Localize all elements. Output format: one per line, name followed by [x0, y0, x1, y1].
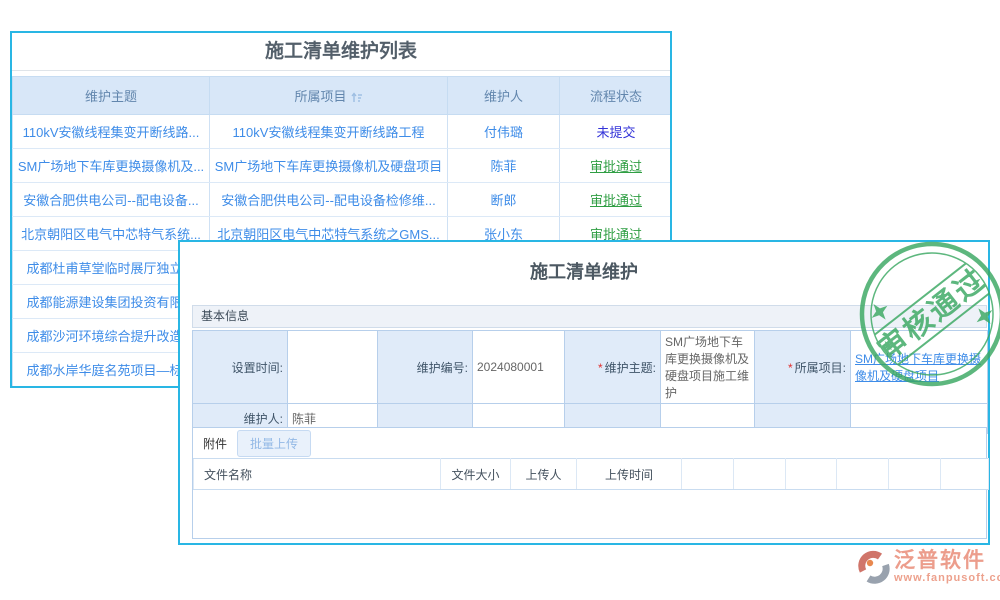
vendor-logo: 泛普软件 www.fanpusoft.com [858, 550, 1000, 585]
cell-topic[interactable]: SM广场地下车库更换摄像机及... [13, 149, 210, 183]
cell-status[interactable]: 审批通过 [560, 149, 673, 183]
cell-topic[interactable]: 安徽合肥供电公司--配电设备... [13, 183, 210, 217]
table-header-row: 维护主题 所属项目 维护人 流程状态 [13, 77, 673, 115]
brand-name: 泛普软件 [894, 550, 1000, 572]
list-window-title: 施工清单维护列表 [12, 33, 670, 71]
cell-topic[interactable]: 110kV安徽线程集变开断线路... [13, 115, 210, 149]
project-link[interactable]: SM广场地下车库更换摄像机及硬盘项目 [855, 352, 981, 383]
project-label: *所属项目: [755, 331, 851, 404]
attachment-column-uploadtime: 上传时间 [577, 459, 682, 490]
column-header-topic: 维护主题 [13, 77, 210, 115]
topic-label: *维护主题: [565, 331, 661, 404]
column-header-project[interactable]: 所属项目 [210, 77, 448, 115]
project-field: SM广场地下车库更换摄像机及硬盘项目 [851, 331, 988, 404]
fanpu-logo-icon [858, 550, 890, 584]
cell-project[interactable]: 安徽合肥供电公司--配电设备检修维... [210, 183, 448, 217]
cell-maintainer: 付伟璐 [448, 115, 560, 149]
detail-window: 施工清单维护 基本信息 设置时间: 维护编号: 2024080001 *维护主题… [178, 240, 990, 545]
basic-info-form: 设置时间: 维护编号: 2024080001 *维护主题: SM广场地下车库更换… [192, 330, 988, 434]
set-time-input[interactable] [288, 331, 378, 404]
attachment-column-uploader: 上传人 [511, 459, 577, 490]
cell-project[interactable]: SM广场地下车库更换摄像机及硬盘项目 [210, 149, 448, 183]
cell-maintainer: 断郎 [448, 183, 560, 217]
cell-status[interactable]: 未提交 [560, 115, 673, 149]
attachment-section: 附件 批量上传 文件名称 文件大小 上传人 上传时间 [192, 427, 987, 539]
column-header-status: 流程状态 [560, 77, 673, 115]
attachment-label: 附件 [203, 435, 227, 452]
table-row: SM广场地下车库更换摄像机及... SM广场地下车库更换摄像机及硬盘项目 陈菲 … [13, 149, 673, 183]
cell-maintainer: 陈菲 [448, 149, 560, 183]
set-time-label: 设置时间: [193, 331, 288, 404]
basic-info-section-header: 基本信息 [192, 305, 987, 328]
required-mark: * [598, 361, 603, 375]
topic-field[interactable]: SM广场地下车库更换摄像机及硬盘项目施工维护 [661, 331, 755, 404]
cell-status[interactable]: 审批通过 [560, 183, 673, 217]
column-header-maintainer: 维护人 [448, 77, 560, 115]
table-row: 安徽合肥供电公司--配电设备... 安徽合肥供电公司--配电设备检修维... 断… [13, 183, 673, 217]
attachment-column-filesize: 文件大小 [441, 459, 511, 490]
batch-upload-button[interactable]: 批量上传 [237, 430, 311, 457]
detail-window-title: 施工清单维护 [180, 258, 988, 286]
required-mark: * [788, 361, 793, 375]
attachment-toolbar: 附件 批量上传 [193, 428, 986, 458]
table-row: 110kV安徽线程集变开断线路... 110kV安徽线程集变开断线路工程 付伟璐… [13, 115, 673, 149]
attachment-column-filename: 文件名称 [194, 459, 441, 490]
cell-project[interactable]: 110kV安徽线程集变开断线路工程 [210, 115, 448, 149]
attachment-table: 文件名称 文件大小 上传人 上传时间 [193, 458, 989, 490]
brand-website: www.fanpusoft.com [894, 572, 1000, 585]
number-value: 2024080001 [473, 331, 565, 404]
number-label: 维护编号: [378, 331, 473, 404]
sort-icon[interactable] [351, 92, 363, 103]
